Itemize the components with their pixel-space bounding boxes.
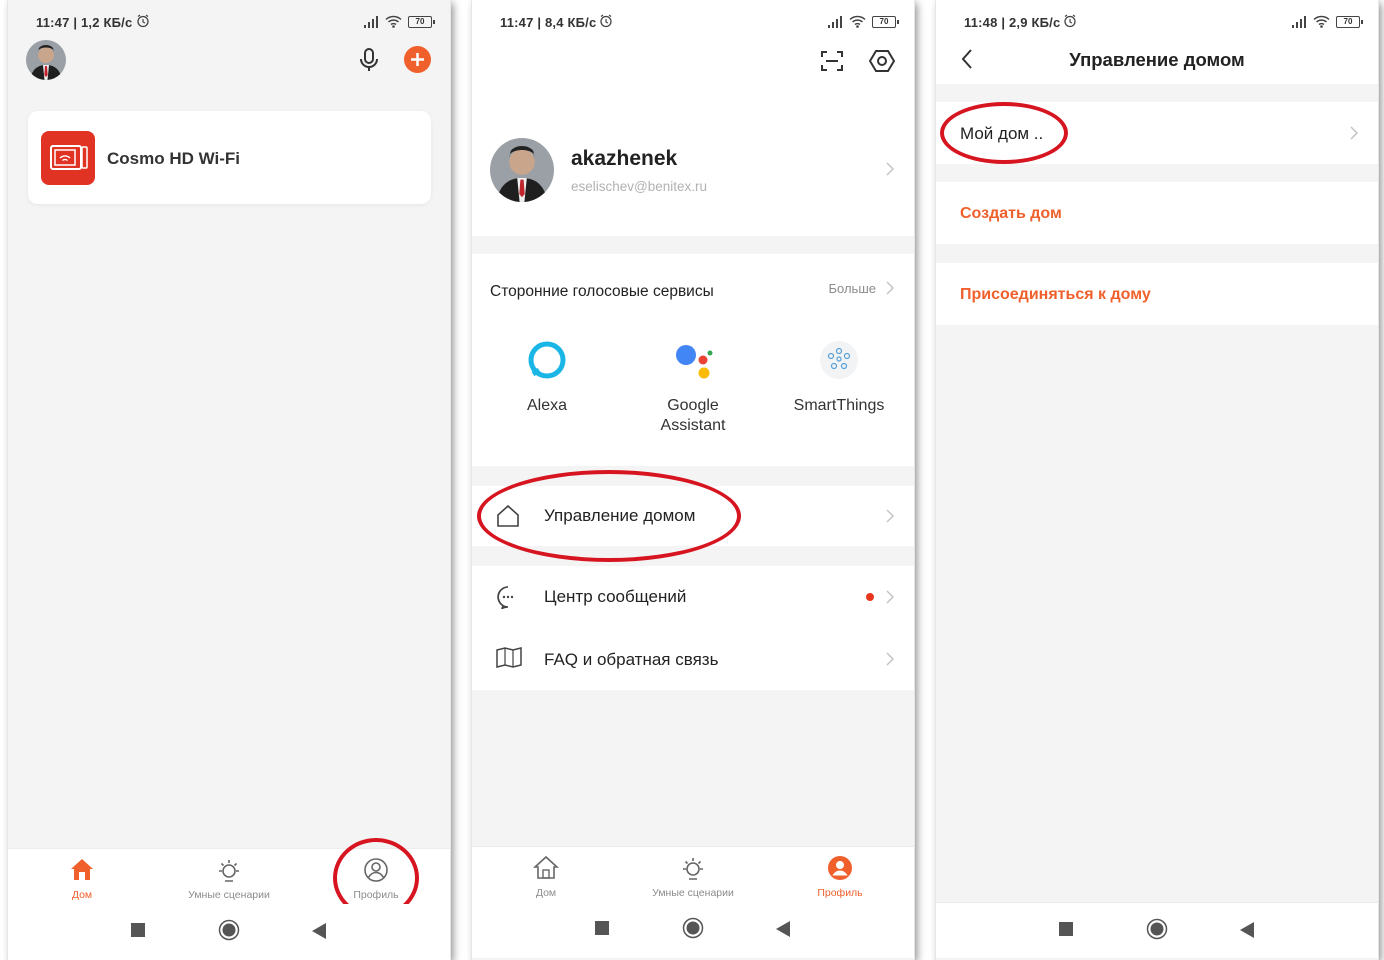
page-header: Управление домом	[936, 36, 1378, 84]
settings-icon[interactable]	[869, 48, 895, 74]
scan-icon[interactable]	[820, 49, 844, 73]
chevron-right-icon	[1350, 126, 1359, 140]
chevron-right-icon	[886, 590, 895, 604]
message-center-row[interactable]: Центр сообщений	[472, 566, 914, 628]
status-bar: 11:47 | 8,4 КБ/с 70	[472, 0, 914, 46]
profile-header[interactable]: akazhenek eselischev@benitex.ru	[472, 96, 914, 236]
status-time: 11:47 | 8,4 КБ/с	[500, 15, 597, 30]
home-icon	[533, 855, 559, 879]
voice-services-title: Сторонние голосовые сервисы	[490, 283, 714, 300]
recent-apps-button[interactable]	[1036, 903, 1096, 959]
service-google-assistant[interactable]: Google Assistant	[620, 338, 766, 436]
service-alexa[interactable]: Alexa	[474, 338, 620, 416]
more-link[interactable]: Больше	[829, 281, 877, 296]
status-time: 11:48 | 2,9 КБ/с	[964, 15, 1061, 30]
chevron-right-icon	[886, 281, 895, 295]
message-icon	[497, 586, 514, 609]
intercom-icon	[41, 131, 95, 185]
screen-home: 11:47 | 1,2 КБ/с 70 Cosmo HD Wi-Fi Дом У…	[8, 0, 450, 960]
add-icon[interactable]	[404, 46, 431, 73]
tab-profile[interactable]: Профиль	[770, 847, 910, 903]
google-assistant-icon	[676, 345, 713, 379]
alarm-icon	[137, 14, 149, 28]
wifi-icon	[849, 15, 866, 28]
wifi-icon	[385, 15, 402, 28]
annotation-circle	[477, 470, 741, 562]
chevron-right-icon	[886, 162, 895, 176]
voice-services-section: Сторонние голосовые сервисы Больше Alexa…	[472, 254, 914, 466]
device-name: Cosmo HD Wi-Fi	[107, 149, 241, 168]
system-nav-bar	[936, 902, 1378, 958]
circle-icon	[218, 919, 240, 941]
join-home-label: Присоединяться к дому	[960, 286, 1151, 303]
square-icon	[131, 923, 145, 937]
avatar-icon[interactable]	[26, 40, 66, 80]
screen-profile: 11:47 | 8,4 КБ/с 70 akazhenek eselischev…	[472, 0, 914, 960]
device-card[interactable]: Cosmo HD Wi-Fi	[28, 111, 431, 204]
tab-home[interactable]: Дом	[12, 849, 152, 905]
home-nav-button[interactable]	[663, 902, 723, 958]
sun-icon	[683, 858, 703, 880]
signal-icon	[364, 15, 378, 28]
top-bar	[472, 46, 914, 96]
battery-indicator: 70	[1336, 15, 1363, 28]
create-home-row[interactable]: Создать дом	[936, 182, 1378, 244]
menu-group: Центр сообщений FAQ и обратная связь	[472, 566, 914, 690]
tab-smart-scenes[interactable]: Умные сценарии	[623, 847, 763, 903]
recent-apps-button[interactable]	[572, 902, 632, 958]
tab-home[interactable]: Дом	[476, 847, 616, 903]
battery-indicator: 70	[408, 15, 435, 28]
back-nav-button[interactable]	[290, 904, 350, 960]
page-title: Управление домом	[1069, 49, 1245, 70]
home-nav-button[interactable]	[199, 904, 259, 960]
unread-dot	[866, 593, 874, 601]
faq-label: FAQ и обратная связь	[544, 650, 719, 669]
circle-icon	[1146, 918, 1168, 940]
status-bar: 11:47 | 1,2 КБ/с 70	[8, 0, 450, 46]
faq-row[interactable]: FAQ и обратная связь	[472, 628, 914, 690]
triangle-back-icon	[776, 921, 790, 937]
chevron-right-icon	[886, 509, 895, 523]
chevron-right-icon	[886, 652, 895, 666]
triangle-back-icon	[312, 923, 326, 939]
profile-icon	[828, 856, 852, 880]
system-nav-bar	[472, 902, 914, 958]
triangle-back-icon	[1240, 922, 1254, 938]
alarm-icon	[1064, 14, 1076, 28]
square-icon	[1059, 922, 1073, 936]
avatar-icon	[490, 138, 554, 202]
alexa-icon	[528, 341, 566, 379]
wifi-icon	[1313, 15, 1330, 28]
tab-smart-scenes[interactable]: Умные сценарии	[159, 849, 299, 905]
screen-home-management: 11:48 | 2,9 КБ/с 70 Управление домом Мой…	[936, 0, 1378, 960]
square-icon	[595, 921, 609, 935]
home-nav-button[interactable]	[1127, 903, 1187, 959]
status-time: 11:47 | 1,2 КБ/с	[36, 15, 133, 30]
message-center-label: Центр сообщений	[544, 587, 687, 606]
alarm-icon	[600, 14, 612, 28]
create-home-label: Создать дом	[960, 205, 1062, 222]
signal-icon	[828, 15, 842, 28]
sun-icon	[219, 860, 239, 882]
join-home-row[interactable]: Присоединяться к дому	[936, 263, 1378, 325]
microphone-icon[interactable]	[358, 47, 380, 73]
system-nav-bar	[8, 904, 450, 960]
profile-name: akazhenek	[571, 147, 678, 170]
back-nav-button[interactable]	[1218, 903, 1278, 959]
battery-indicator: 70	[872, 15, 899, 28]
recent-apps-button[interactable]	[108, 904, 168, 960]
signal-icon	[1292, 15, 1306, 28]
back-nav-button[interactable]	[754, 902, 814, 958]
book-icon	[496, 647, 522, 668]
tab-bar: Дом Умные сценарии Профиль	[472, 846, 914, 902]
service-smartthings[interactable]: SmartThings	[766, 338, 912, 416]
circle-icon	[682, 917, 704, 939]
annotation-circle	[940, 102, 1068, 164]
smartthings-icon	[820, 341, 858, 379]
profile-email: eselischev@benitex.ru	[571, 179, 708, 194]
home-icon	[71, 859, 93, 880]
